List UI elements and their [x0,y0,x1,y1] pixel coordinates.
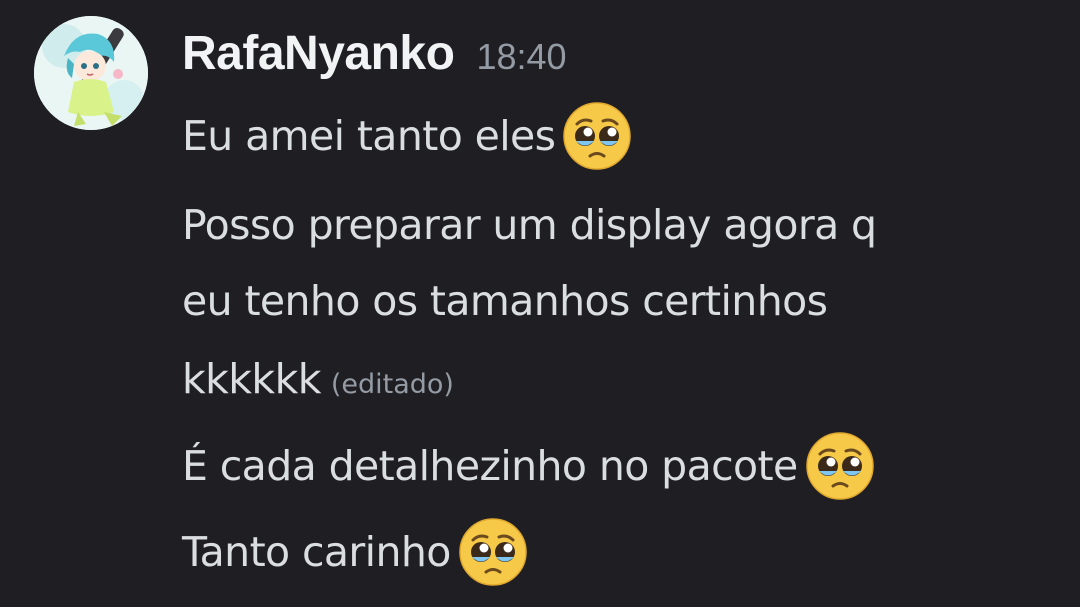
anime-character-avatar-icon [34,16,148,130]
timestamp[interactable]: 18:40 [476,36,566,78]
message-text: eu tenho os tamanhos certinhos [182,277,828,325]
message-line: Tanto carinho [182,516,529,588]
message-text: Posso preparar um display agora q [182,201,877,249]
chat-message: RafaNyanko 18:40 Eu amei tanto eles Poss… [0,0,1080,607]
message-text: Eu amei tanto eles [182,112,556,160]
message-header: RafaNyanko 18:40 [182,26,567,90]
message-line: Posso preparar um display agora q [182,190,877,260]
message-line: Eu amei tanto eles [182,100,633,172]
message-line: kkkkkk (editado) [182,344,454,414]
message-text: É cada detalhezinho no pacote [182,442,798,490]
message-text: Tanto carinho [182,528,451,576]
pleading-face-icon[interactable] [457,516,529,588]
edited-label: (editado) [330,368,454,400]
message-text: kkkkkk [182,355,321,403]
user-avatar[interactable] [34,16,148,130]
message-line: É cada detalhezinho no pacote [182,430,876,502]
username[interactable]: RafaNyanko [182,26,455,81]
pleading-face-icon[interactable] [804,430,876,502]
message-line: eu tenho os tamanhos certinhos [182,266,828,336]
pleading-face-icon[interactable] [561,100,633,172]
